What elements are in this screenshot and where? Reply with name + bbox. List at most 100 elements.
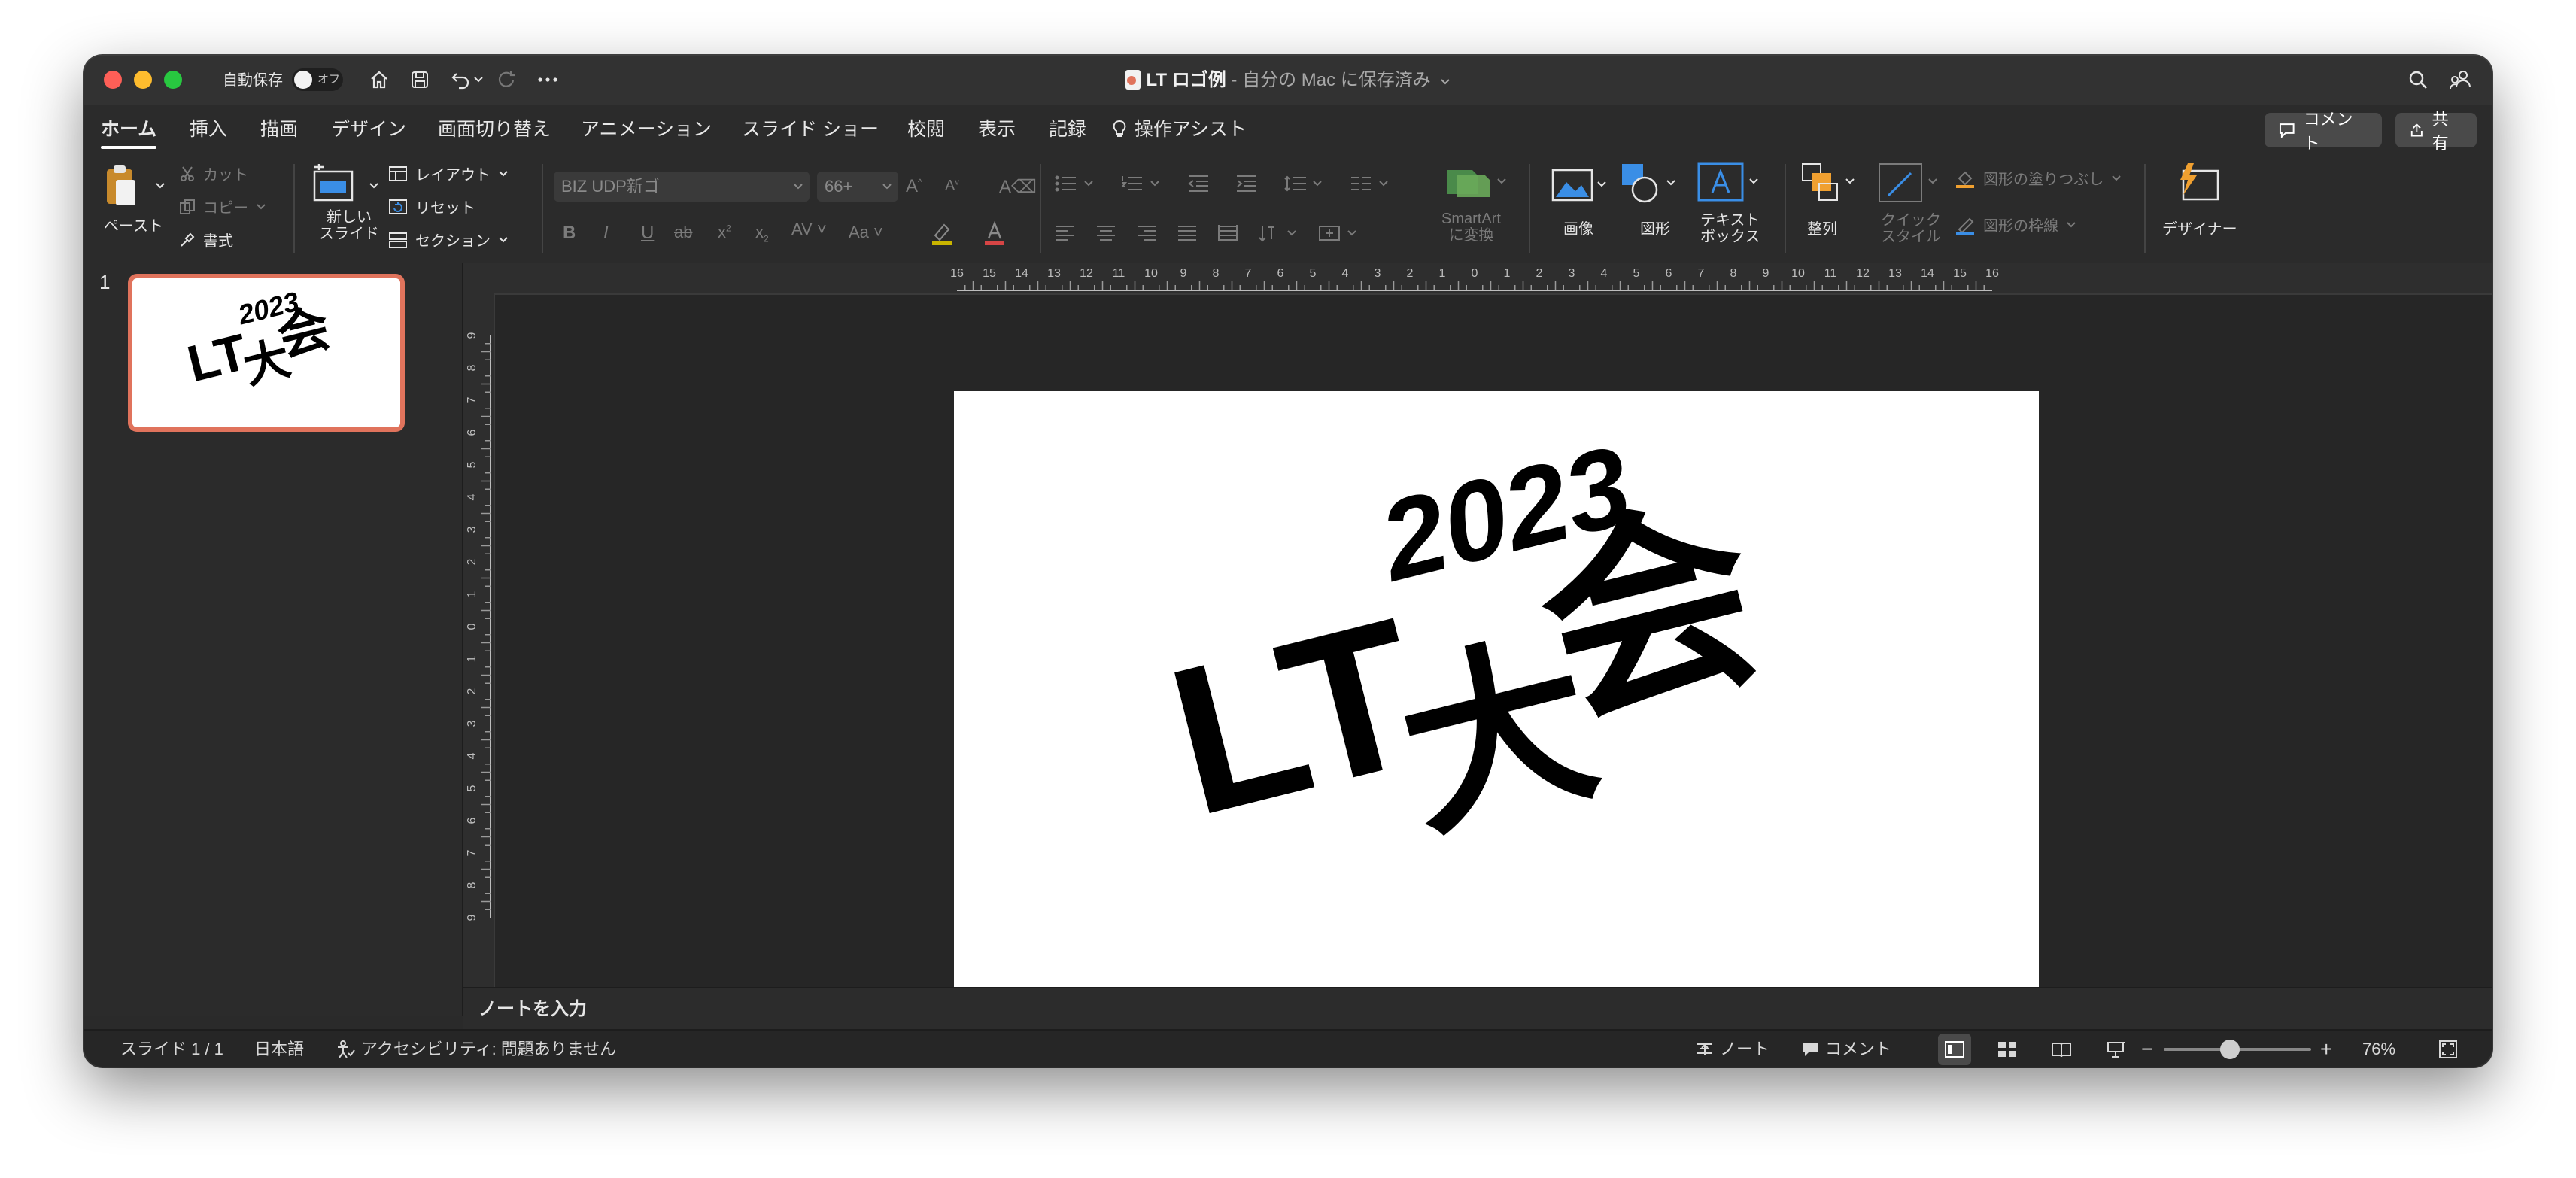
tab-record[interactable]: 記録 [1049,105,1086,153]
new-slide-icon[interactable] [310,162,358,205]
document-name: LT ロゴ例 [1146,70,1226,90]
section-button[interactable]: セクション [388,229,509,250]
columns-icon[interactable] [1350,175,1390,193]
notes-toggle[interactable]: ノート [1696,1031,1769,1067]
designer-icon[interactable] [2171,159,2224,206]
slide-thumbnail[interactable]: 2023 LT 大 会 [128,274,405,432]
zoom-out-button[interactable]: − [2141,1031,2153,1067]
shape-label[interactable]: 図形 [1640,217,1670,238]
font-size-combobox[interactable]: 66+ [817,172,898,202]
paste-dropdown-icon[interactable] [155,182,166,190]
character-spacing-icon[interactable]: AV ˅ [791,220,827,239]
textbox-icon[interactable] [1696,161,1763,205]
accessibility-label: アクセシビリティ: 問題ありません [361,1040,617,1058]
zoom-percent[interactable]: 76% [2362,1031,2395,1067]
change-case-icon[interactable]: Aa ˅ [849,223,883,242]
chevron-down-icon [2067,221,2076,227]
document-title[interactable]: LT ロゴ例 - 自分の Mac に保存済み [84,56,2492,105]
copy-button[interactable]: コピー [179,196,266,217]
designer-label[interactable]: デザイナー [2162,217,2237,238]
comment-button[interactable]: コメント [2265,110,2382,153]
strikethrough-icon[interactable]: ab [674,223,692,242]
align-left-icon[interactable] [1055,224,1076,242]
quick-style-icon[interactable] [1876,161,1944,205]
notes-pane[interactable]: ノートを入力 [463,987,2492,1031]
tab-tell-me[interactable]: 操作アシスト [1112,105,1247,153]
share-button[interactable]: 共有 [2395,110,2477,153]
tab-design[interactable]: デザイン [331,105,406,153]
section-label: セクション [415,233,491,250]
paste-icon[interactable] [101,162,140,208]
ribbon-separator [542,164,543,253]
numbering-icon[interactable] [1121,175,1162,193]
zoom-in-button[interactable]: + [2320,1031,2332,1067]
lt-logo[interactable]: 2023 LT 大 会 [954,391,2039,1002]
tab-draw[interactable]: 描画 [260,105,298,153]
image-icon[interactable] [1550,164,1610,205]
text-direction-icon[interactable] [1258,224,1299,242]
line-spacing-icon[interactable] [1283,175,1324,193]
font-name-combobox[interactable]: BIZ UDP新ゴ [554,172,810,202]
align-text-icon[interactable] [1318,224,1359,242]
fit-window-icon [2439,1040,2457,1058]
arrange-label[interactable]: 整列 [1807,217,1837,238]
font-color-icon[interactable] [980,218,1010,248]
image-label[interactable]: 画像 [1563,217,1593,238]
paste-label[interactable]: ペースト [104,214,163,235]
search-icon[interactable] [2404,66,2432,93]
format-painter-button[interactable]: 書式 [179,229,233,250]
comments-toggle[interactable]: コメント [1801,1031,1891,1067]
accessibility-status[interactable]: アクセシビリティ: 問題ありません [336,1031,616,1067]
shapes-icon[interactable] [1619,161,1679,205]
reading-view-button[interactable] [2045,1034,2078,1065]
align-right-icon[interactable] [1136,224,1157,242]
fit-to-window-button[interactable] [2432,1034,2465,1065]
shape-outline-button[interactable]: 図形の枠線 [1955,214,2076,235]
justify-icon[interactable] [1177,224,1198,242]
increase-indent-icon[interactable] [1235,175,1258,193]
new-slide-button[interactable]: 新しい スライド [319,209,379,242]
layout-button[interactable]: レイアウト [388,162,509,184]
arrange-icon[interactable] [1800,161,1860,205]
cut-button[interactable]: カット [179,162,248,184]
tab-insert[interactable]: 挿入 [190,105,227,153]
share-people-icon[interactable] [2447,66,2474,93]
ruler-tick-label: 2 [1536,267,1543,280]
zoom-slider-knob[interactable] [2220,1040,2240,1059]
ruler-tick-label: 6 [1666,267,1672,280]
smartart-icon[interactable] [1438,164,1514,202]
reset-button[interactable]: リセット [388,196,475,217]
normal-view-button[interactable] [1938,1034,1971,1065]
convert-smartart-button[interactable]: SmartArt に変換 [1441,211,1501,244]
tab-transitions[interactable]: 画面切り替え [438,105,551,153]
bold-icon[interactable]: B [563,223,576,244]
ruler-tick-label: 6 [466,817,478,824]
textbox-button[interactable]: テキスト ボックス [1700,212,1760,245]
comment-label: コメント [2303,110,2353,153]
slideshow-view-button[interactable] [2099,1034,2132,1065]
underline-icon[interactable]: U [641,223,654,244]
quick-style-button[interactable]: クイック スタイル [1881,212,1941,245]
tab-animations[interactable]: アニメーション [581,105,712,153]
tab-view[interactable]: 表示 [978,105,1016,153]
slide-sorter-button[interactable] [1991,1034,2024,1065]
italic-icon[interactable]: I [603,223,609,244]
decrease-indent-icon[interactable] [1187,175,1210,193]
grow-font-icon[interactable]: A^ [906,176,922,197]
ruler-tick-label: 3 [1375,267,1381,280]
shrink-font-icon[interactable]: Av [945,178,959,195]
distributed-icon[interactable] [1217,224,1238,242]
new-slide-dropdown-icon[interactable] [369,182,379,190]
tab-slideshow[interactable]: スライド ショー [742,105,879,153]
tab-home[interactable]: ホーム [101,105,157,153]
align-center-icon[interactable] [1095,224,1116,242]
language-indicator[interactable]: 日本語 [254,1031,304,1067]
highlight-icon[interactable] [927,218,957,248]
superscript-icon[interactable]: x2 [718,223,731,242]
shape-fill-button[interactable]: 図形の塗りつぶし [1955,167,2122,189]
clear-format-icon[interactable]: A⌫ [999,176,1037,198]
tab-review[interactable]: 校閲 [907,105,945,153]
slide-canvas[interactable]: 2023 LT 大 会 [954,391,2039,1002]
subscript-icon[interactable]: x2 [755,223,769,244]
bullets-icon[interactable] [1055,175,1095,193]
